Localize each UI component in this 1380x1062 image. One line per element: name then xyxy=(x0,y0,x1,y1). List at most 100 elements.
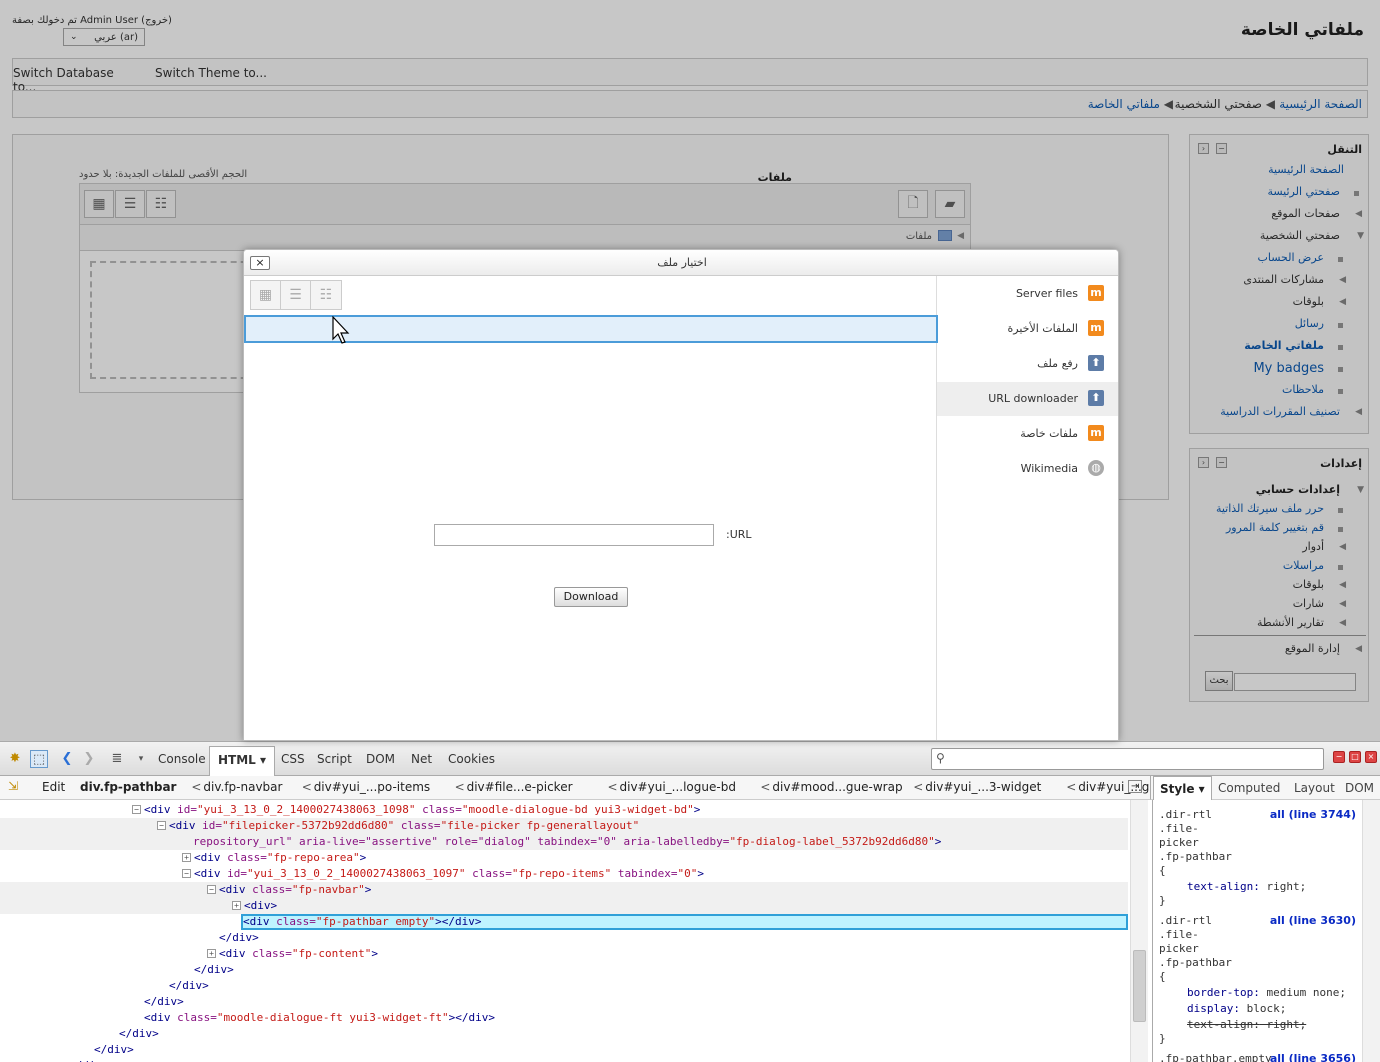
html-node-text: </div> xyxy=(219,931,259,944)
scroll-thumb[interactable] xyxy=(1133,950,1146,1022)
pick-icon[interactable]: ⇲ xyxy=(8,779,18,793)
rule-close: } xyxy=(1159,894,1166,907)
side-tab-style[interactable]: Style ▾ xyxy=(1153,776,1212,800)
detach-icon[interactable]: □ xyxy=(1349,751,1361,763)
html-crumb[interactable]: div.fp-pathbar xyxy=(80,780,176,794)
inspect-icon[interactable]: ⬚ xyxy=(30,750,48,768)
html-crumb[interactable]: div#file...e-picker xyxy=(467,780,573,794)
panel-net[interactable]: Net xyxy=(411,752,432,766)
grid-icon[interactable]: ▦ xyxy=(251,281,281,309)
crumb-separator-icon: < xyxy=(913,780,924,794)
panel-console[interactable]: Console xyxy=(158,752,206,766)
close-icon[interactable]: × xyxy=(1365,751,1377,763)
html-node-line[interactable]: </div> xyxy=(0,1058,1128,1062)
panel-html[interactable]: HTML ▾ xyxy=(209,746,276,776)
download-button[interactable]: Download xyxy=(554,587,628,607)
html-tree: − <div id="yui_3_13_0_2_1400027438063_109… xyxy=(0,800,1130,1062)
more-crumbs-icon[interactable]: ⇥ xyxy=(1128,780,1143,793)
file-picker-dialog: اختيار ملف × Server files m الملفات الأخير… xyxy=(243,249,1119,741)
rule-property[interactable]: border-top: medium none; xyxy=(1187,986,1346,1000)
html-node-text: </div> xyxy=(119,1027,159,1040)
expand-icon[interactable]: + xyxy=(207,949,216,958)
html-node-line[interactable]: + <div class="fp-content"> xyxy=(0,946,1128,962)
expand-icon[interactable]: + xyxy=(182,853,191,862)
style-scrollbar[interactable] xyxy=(1362,800,1380,1062)
html-crumb[interactable]: div#mood...gue-wrap xyxy=(772,780,902,794)
back-icon[interactable]: ❮ xyxy=(58,750,76,768)
html-node-line[interactable]: − <div class="fp-navbar"> xyxy=(0,882,1128,898)
crumb-separator-icon: < xyxy=(760,780,771,794)
minimize-icon[interactable]: − xyxy=(1333,751,1345,763)
html-node-line[interactable]: </div> xyxy=(0,1042,1128,1058)
html-node-line[interactable]: </div> xyxy=(0,978,1128,994)
crumb-separator-icon: < xyxy=(454,780,465,794)
chevron-down-icon[interactable]: ▾ xyxy=(132,750,150,768)
html-node-line[interactable]: </div> xyxy=(0,930,1128,946)
html-node-text: <div class="fp-pathbar empty"></div> xyxy=(241,914,1128,930)
panel-css[interactable]: CSS xyxy=(281,752,305,766)
crumb-separator-icon: < xyxy=(607,780,618,794)
moodle-icon: m xyxy=(1088,285,1104,301)
html-crumb[interactable]: div#yui_...po-items xyxy=(314,780,430,794)
repository-item[interactable]: رفع ملف ⬆ xyxy=(937,347,1118,381)
repository-label: Wikimedia xyxy=(1020,462,1078,475)
html-node-text: </div> xyxy=(94,1043,134,1056)
upload-icon: ⬆ xyxy=(1088,390,1104,406)
side-tab-layout[interactable]: Layout xyxy=(1294,781,1335,795)
rule-selector: picker xyxy=(1159,836,1199,849)
repository-item[interactable]: URL downloader ⬆ xyxy=(937,382,1118,416)
html-node-line[interactable]: − <div id="yui_3_13_0_2_1400027438063_109… xyxy=(0,866,1128,882)
panel-script[interactable]: Script xyxy=(317,752,352,766)
html-node-line[interactable]: + <div class="fp-repo-area"> xyxy=(0,850,1128,866)
repository-label: URL downloader xyxy=(988,392,1078,405)
crumb-separator-icon: < xyxy=(191,780,202,794)
panel-cookies[interactable]: Cookies xyxy=(448,752,495,766)
crumb-separator-icon: < xyxy=(1066,780,1077,794)
repository-item[interactable]: الملفات الأخيرة m xyxy=(937,312,1118,346)
html-node-text: <div id="filepicker-5372b92dd6d80" class… xyxy=(169,819,640,832)
menu-icon[interactable]: ≣ xyxy=(108,750,126,768)
expand-icon[interactable]: + xyxy=(232,901,241,910)
rule-property[interactable]: display: block; xyxy=(1187,1002,1286,1016)
rule-source-link[interactable]: all (line 3630) xyxy=(1270,914,1356,927)
html-crumb[interactable]: div#yui_...logue-bd xyxy=(620,780,736,794)
edit-button[interactable]: Edit xyxy=(42,780,65,794)
forward-icon[interactable]: ❯ xyxy=(80,750,98,768)
firebug-search-input[interactable]: ⚲ xyxy=(931,748,1324,770)
close-icon[interactable]: × xyxy=(250,256,270,270)
side-tab-dom[interactable]: DOM xyxy=(1345,781,1374,795)
html-node-line[interactable]: </div> xyxy=(0,962,1128,978)
rule-property[interactable]: text-align: right; xyxy=(1187,880,1306,894)
rule-property[interactable]: text-align: right; xyxy=(1187,1018,1306,1032)
html-node-text: <div> xyxy=(244,899,278,912)
html-node-line[interactable]: − <div id="yui_3_13_0_2_1400027438063_109… xyxy=(0,802,1128,818)
side-panel-tabs: Style ▾ Computed Layout DOM xyxy=(1150,776,1380,800)
panel-dom[interactable]: DOM xyxy=(366,752,395,766)
html-node-line[interactable]: <div class="fp-pathbar empty"></div> xyxy=(0,914,1128,930)
collapse-icon[interactable]: − xyxy=(182,869,191,878)
html-node-line[interactable]: repository_url" aria-live="assertive" ro… xyxy=(0,834,1128,850)
html-node-line[interactable]: − <div id="filepicker-5372b92dd6d80" clas… xyxy=(0,818,1128,834)
dialog-title: اختيار ملف xyxy=(657,256,707,269)
firebug-icon[interactable]: ✸ xyxy=(6,750,24,768)
html-node-line[interactable]: </div> xyxy=(0,1026,1128,1042)
list-icon[interactable]: ☰ xyxy=(281,281,311,309)
repository-item[interactable]: Wikimedia ◍ xyxy=(937,452,1118,486)
collapse-icon[interactable]: − xyxy=(157,821,166,830)
html-node-line[interactable]: </div> xyxy=(0,994,1128,1010)
collapse-icon[interactable]: − xyxy=(207,885,216,894)
url-input[interactable] xyxy=(434,524,714,546)
repository-item[interactable]: ملفات خاصة m xyxy=(937,417,1118,451)
repository-item[interactable]: Server files m xyxy=(937,277,1118,311)
rule-source-link[interactable]: all (line 3744) xyxy=(1270,808,1356,821)
html-node-line[interactable]: <div class="moodle-dialogue-ft yui3-widg… xyxy=(0,1010,1128,1026)
html-crumb[interactable]: div.fp-navbar xyxy=(203,780,282,794)
side-tab-computed[interactable]: Computed xyxy=(1218,781,1280,795)
html-crumb[interactable]: div#yui_...3-widget xyxy=(925,780,1041,794)
collapse-icon[interactable]: − xyxy=(132,805,141,814)
globe-icon: ◍ xyxy=(1088,460,1104,476)
html-node-line[interactable]: + <div> xyxy=(0,898,1128,914)
html-scrollbar[interactable] xyxy=(1130,800,1148,1062)
rule-source-link[interactable]: all (line 3656) xyxy=(1270,1052,1356,1062)
tree-icon[interactable]: ☷ xyxy=(311,281,341,309)
